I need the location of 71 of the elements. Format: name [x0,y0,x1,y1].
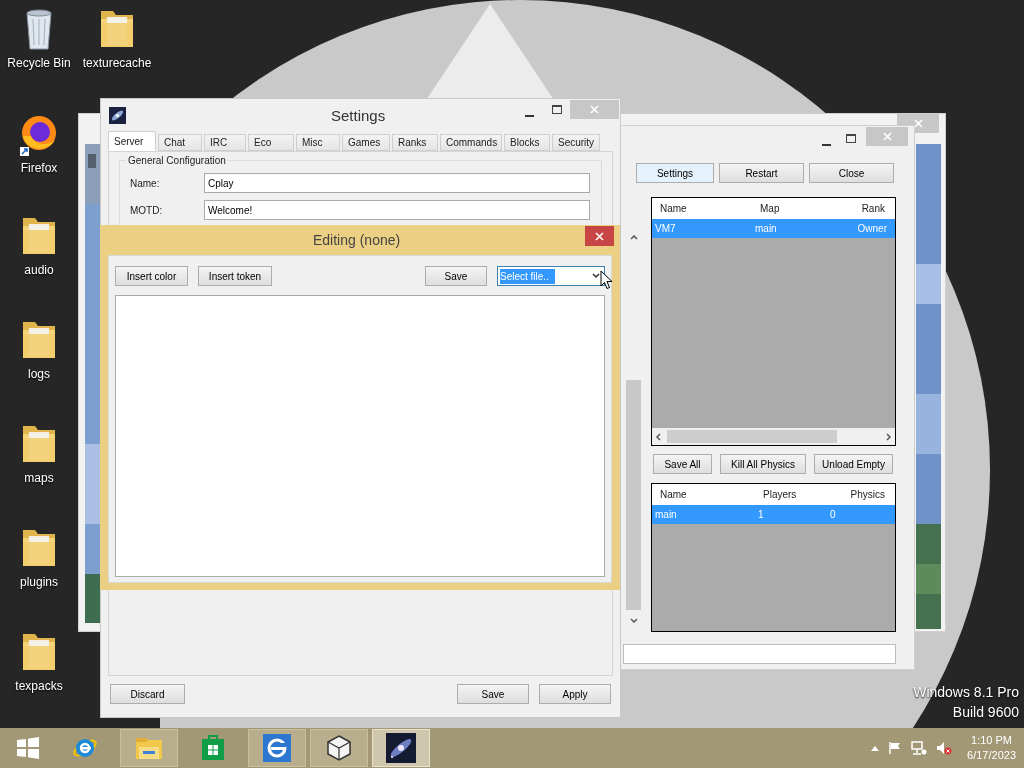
button[interactable]: Restart [719,163,804,183]
tab[interactable]: Misc [296,134,340,151]
close-icon [590,105,599,114]
close-icon [882,132,892,141]
tab[interactable]: Ranks [392,134,438,151]
show-hidden-icons-icon[interactable] [871,745,880,751]
cube-icon [325,734,353,762]
desktop-icon-label[interactable]: Recycle Bin [7,54,71,72]
caret-icon [592,273,600,279]
column-header[interactable]: Physics [827,487,895,502]
scrollbar[interactable] [652,428,895,445]
speaker-muted-icon[interactable] [936,741,953,755]
desktop-icon-label[interactable]: Firefox [20,159,58,177]
column-header[interactable]: Players [755,487,827,502]
desktop-icon-label[interactable]: plugins [20,573,58,591]
tab[interactable]: Chat [158,134,202,151]
close-icon [913,119,923,128]
galaxy-icon [386,733,416,763]
tab[interactable]: Games [342,134,390,151]
tab[interactable]: IRC [204,134,246,151]
desktop-icon-label[interactable]: logs [28,365,50,383]
flag-icon[interactable] [888,741,903,755]
text-field[interactable]: Welcome! [204,200,590,220]
field-label: MOTD: [130,203,164,218]
text-field[interactable]: Cplay [204,173,590,193]
button[interactable]: Discard [110,684,185,704]
os-edition-text: Build 9600 [952,704,1019,721]
group-title: General Configuration [126,153,228,168]
button[interactable]: Settings [636,163,714,183]
input-field[interactable] [623,644,896,664]
window-title: Editing (none) [313,231,401,250]
column-header[interactable]: Rank [852,201,895,216]
table-cell-text: main [654,508,678,522]
button[interactable]: Save All [653,454,712,474]
tab[interactable]: Server [108,131,156,151]
desktop-icon-label[interactable]: audio [24,261,54,279]
button[interactable]: Unload Empty [814,454,893,474]
tab[interactable]: Blocks [504,134,550,151]
table-cell-text: 0 [829,508,836,522]
folder-icon [134,735,164,761]
desktop-icon-label[interactable]: texturecache [82,54,152,72]
network-icon[interactable] [911,741,928,755]
button[interactable]: Insert token [198,266,272,286]
table-cell-text: VM7 [654,222,677,236]
table-cell-text: main [754,222,778,236]
button[interactable]: Kill All Physics [720,454,806,474]
window-title: Settings [331,106,386,126]
tab[interactable]: Security [552,134,600,151]
galaxy-icon [109,106,126,124]
table-cell-text: 1 [757,508,765,522]
tab[interactable]: Commands [440,134,502,151]
cube-button[interactable] [310,729,368,767]
button[interactable]: Save [425,266,487,286]
desktop-icon-label[interactable]: texpacks [15,677,63,695]
shopping-bag-icon [200,734,226,762]
button[interactable]: Save [457,684,529,704]
button[interactable]: Insert color [115,266,188,286]
table-cell-text: Owner [856,222,888,236]
column-header[interactable]: Map [752,201,852,216]
button[interactable]: Apply [539,684,611,704]
galaxy-button[interactable] [372,729,430,767]
tab[interactable]: Eco [248,134,294,151]
desktop-icon-label[interactable]: maps [24,469,54,487]
windows-start-icon [15,736,39,760]
close-button[interactable] [585,226,614,246]
mouse-pointer-icon [600,270,613,290]
column-header[interactable]: Name [652,201,752,216]
field-label: Name: [130,176,161,191]
column-header[interactable]: Name [652,487,755,502]
button[interactable]: Close [809,163,894,183]
close-icon [595,231,604,241]
